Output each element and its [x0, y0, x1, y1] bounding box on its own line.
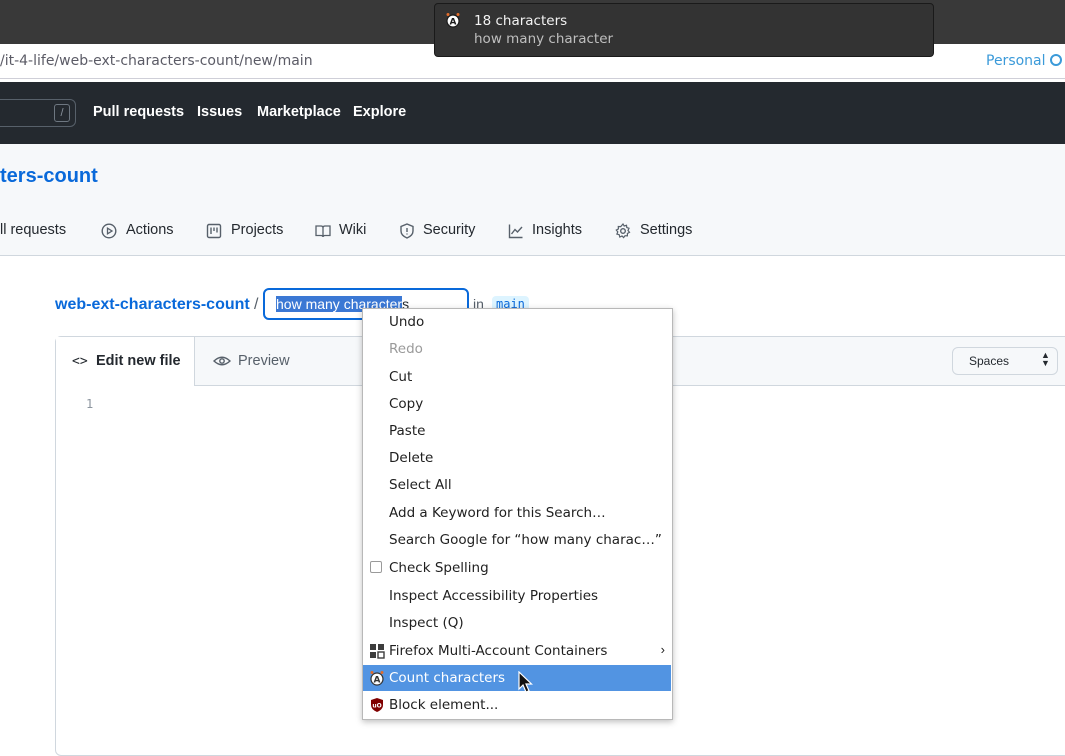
tab-pull-requests[interactable]: ll requests [0, 222, 66, 240]
notification-popup[interactable] [434, 3, 934, 57]
url-text[interactable]: /it-4-life/web-ext-characters-count/new/… [0, 53, 313, 69]
menu-item-block-element[interactable]: uO Block element... [363, 692, 671, 718]
breadcrumb-repo-link[interactable]: web-ext-characters-count [55, 296, 250, 314]
menu-item-count-characters[interactable]: A Count characters [363, 665, 671, 691]
book-icon [315, 225, 331, 238]
menu-item-inspect[interactable]: Inspect (Q) [363, 610, 671, 636]
shield-icon [400, 223, 414, 239]
graph-icon [508, 224, 523, 239]
menu-item-label: Paste [389, 423, 426, 439]
tab-settings[interactable]: Settings [640, 222, 692, 240]
menu-item-undo[interactable]: Undo [363, 309, 671, 335]
menu-item-label: Count characters [389, 670, 506, 686]
notification-title: 18 characters [474, 13, 568, 29]
gear-icon [615, 223, 631, 239]
tab-preview[interactable]: Preview [238, 353, 290, 369]
project-board-icon [206, 223, 222, 239]
mouse-cursor-icon [518, 671, 533, 693]
tab-edit-label[interactable]: Edit new file [96, 353, 181, 369]
checkbox-icon [370, 561, 382, 573]
menu-item-label: Cut [389, 369, 413, 385]
fingerprint-icon[interactable] [1050, 54, 1062, 66]
tab-security[interactable]: Security [423, 222, 475, 240]
nav-marketplace[interactable]: Marketplace [257, 104, 341, 120]
chevron-right-icon: › [660, 642, 665, 657]
notification-body: how many character [474, 31, 614, 47]
menu-item-label: Copy [389, 396, 424, 412]
menu-item-label: Block element... [389, 697, 499, 713]
menu-item-multi-account-containers[interactable]: Firefox Multi-Account Containers › [363, 638, 671, 664]
count-characters-icon: A [370, 671, 384, 686]
svg-text:A: A [450, 18, 457, 28]
menu-item-label: Inspect (Q) [389, 615, 464, 631]
ublock-icon: uO [371, 698, 383, 712]
menu-item-check-spelling[interactable]: Check Spelling [363, 555, 671, 581]
menu-item-search-google[interactable]: Search Google for “how many charac…” [363, 527, 671, 553]
menu-item-redo: Redo [363, 336, 671, 362]
nav-pull-requests[interactable]: Pull requests [93, 104, 184, 120]
svg-text:uO: uO [372, 703, 381, 710]
menu-item-label: Search Google for “how many charac…” [389, 532, 662, 548]
container-label[interactable]: Personal [986, 53, 1046, 69]
menu-item-add-keyword[interactable]: Add a Keyword for this Search… [363, 500, 671, 526]
menu-item-label: Delete [389, 450, 434, 466]
containers-icon [370, 644, 385, 659]
indent-mode-value[interactable]: Spaces [969, 354, 1009, 368]
menu-item-copy[interactable]: Copy [363, 391, 671, 417]
menu-item-label: Redo [389, 341, 423, 357]
menu-item-label: Firefox Multi-Account Containers [389, 643, 608, 659]
menu-item-paste[interactable]: Paste [363, 418, 671, 444]
tab-insights[interactable]: Insights [532, 222, 582, 240]
menu-item-label: Undo [389, 314, 425, 330]
menu-item-label: Add a Keyword for this Search… [389, 505, 606, 521]
repo-name-link[interactable]: ters-count [0, 165, 98, 188]
tab-wiki[interactable]: Wiki [339, 222, 366, 240]
eye-icon [213, 356, 231, 366]
nav-explore[interactable]: Explore [353, 104, 406, 120]
menu-item-select-all[interactable]: Select All [363, 472, 671, 498]
line-number: 1 [86, 397, 94, 411]
count-characters-icon: A [446, 13, 460, 28]
svg-text:A: A [374, 676, 381, 686]
menu-item-delete[interactable]: Delete [363, 445, 671, 471]
menu-item-cut[interactable]: Cut [363, 364, 671, 390]
menu-item-label: Inspect Accessibility Properties [389, 588, 599, 604]
nav-issues[interactable]: Issues [197, 104, 242, 120]
breadcrumb-separator: / [254, 296, 259, 313]
menu-item-inspect-accessibility[interactable]: Inspect Accessibility Properties [363, 583, 671, 609]
tab-actions[interactable]: Actions [126, 222, 174, 240]
play-icon [101, 223, 117, 239]
menu-item-label: Check Spelling [389, 560, 489, 576]
select-arrows-icon: ▲ ▼ [1041, 350, 1050, 368]
search-shortcut-key: / [54, 104, 70, 122]
tab-projects[interactable]: Projects [231, 222, 283, 240]
code-icon: <> [72, 354, 88, 369]
menu-item-label: Select All [389, 477, 452, 493]
